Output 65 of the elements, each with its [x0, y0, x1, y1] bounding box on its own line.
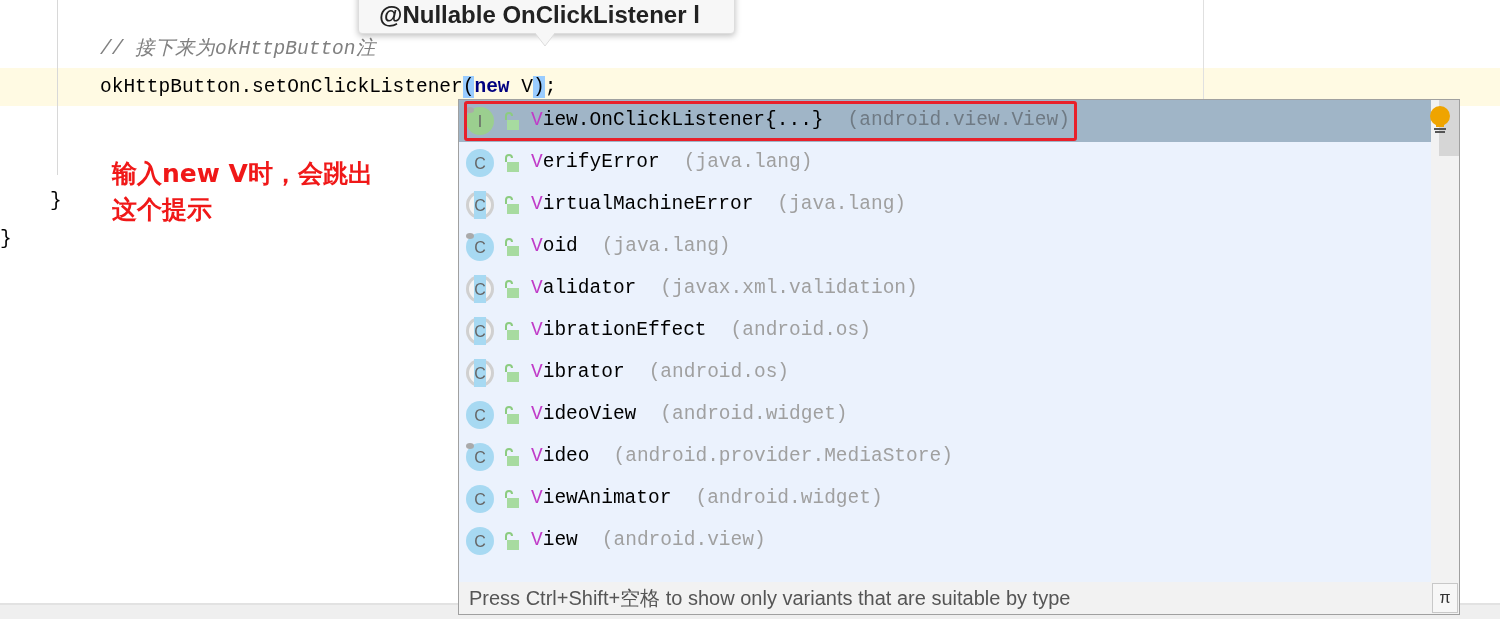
item-package: (android.view.View) [847, 108, 1070, 134]
item-package: (android.widget) [695, 486, 883, 512]
item-package: (android.provider.MediaStore) [613, 444, 953, 470]
class-icon: C [465, 232, 495, 262]
class-icon: C [465, 274, 495, 304]
lock-icon [503, 490, 519, 508]
lock-icon [503, 322, 519, 340]
completion-item[interactable]: C View (android.view) [459, 520, 1431, 562]
class-icon: C [465, 442, 495, 472]
item-name: View [531, 528, 578, 554]
closing-brace: } [50, 190, 62, 212]
code-line: okHttpButton.setOnClickListener(new V); [100, 76, 557, 98]
completion-item[interactable]: C VibrationEffect (android.os) [459, 310, 1431, 352]
item-package: (android.view) [601, 528, 766, 554]
item-name: Validator [531, 276, 637, 302]
completion-item[interactable]: C Video (android.provider.MediaStore) [459, 436, 1431, 478]
completion-item[interactable]: C VirtualMachineError (java.lang) [459, 184, 1431, 226]
code-comment: // 接下来为okHttpButton注 [100, 38, 376, 60]
completion-item[interactable]: I View.OnClickListener{...} (android.view.View) [459, 100, 1431, 142]
class-icon: C [465, 526, 495, 556]
class-icon: C [465, 358, 495, 388]
item-name: VibrationEffect [531, 318, 707, 344]
annotation-text: 输入new V时，会跳出这个提示 [112, 158, 374, 226]
item-name: VideoView [531, 402, 637, 428]
lock-icon [503, 196, 519, 214]
pin-button[interactable]: π [1432, 583, 1458, 613]
lock-icon [503, 532, 519, 550]
tooltip-pointer-icon [535, 33, 555, 47]
class-icon: C [465, 316, 495, 346]
completion-item[interactable]: C Validator (javax.xml.validation) [459, 268, 1431, 310]
completion-item[interactable]: C VerifyError (java.lang) [459, 142, 1431, 184]
item-name: Video [531, 444, 590, 470]
completion-item[interactable]: C Void (java.lang) [459, 226, 1431, 268]
completion-item[interactable]: C Vibrator (android.os) [459, 352, 1431, 394]
item-package: (java.lang) [777, 192, 907, 218]
item-name: View.OnClickListener{...} [531, 108, 824, 134]
lock-icon [503, 112, 519, 130]
item-name: ViewAnimator [531, 486, 672, 512]
class-icon: C [465, 190, 495, 220]
item-package: (android.widget) [660, 402, 848, 428]
footer-hint: Press Ctrl+Shift+空格 to show only variants that are suitable by type [469, 586, 1071, 611]
item-package: (android.os) [730, 318, 871, 344]
item-name: Void [531, 234, 578, 260]
class-icon: C [465, 148, 495, 178]
class-icon: C [465, 400, 495, 430]
lock-icon [503, 448, 519, 466]
lock-icon [503, 406, 519, 424]
scrollbar[interactable] [1431, 100, 1459, 582]
interface-icon: I [465, 106, 495, 136]
item-name: Vibrator [531, 360, 625, 386]
lightbulb-icon[interactable] [1429, 106, 1451, 134]
item-package: (java.lang) [683, 150, 813, 176]
lock-icon [503, 280, 519, 298]
lock-icon [503, 154, 519, 172]
class-icon: C [465, 484, 495, 514]
item-package: (javax.xml.validation) [660, 276, 918, 302]
item-package: (android.os) [648, 360, 790, 386]
completion-item[interactable]: C ViewAnimator (android.widget) [459, 478, 1431, 520]
lock-icon [503, 364, 519, 382]
item-name: VerifyError [531, 150, 660, 176]
closing-brace: } [0, 228, 12, 250]
completion-item[interactable]: C VideoView (android.widget) [459, 394, 1431, 436]
item-package: (java.lang) [601, 234, 731, 260]
lock-icon [503, 238, 519, 256]
item-name: VirtualMachineError [531, 192, 754, 218]
